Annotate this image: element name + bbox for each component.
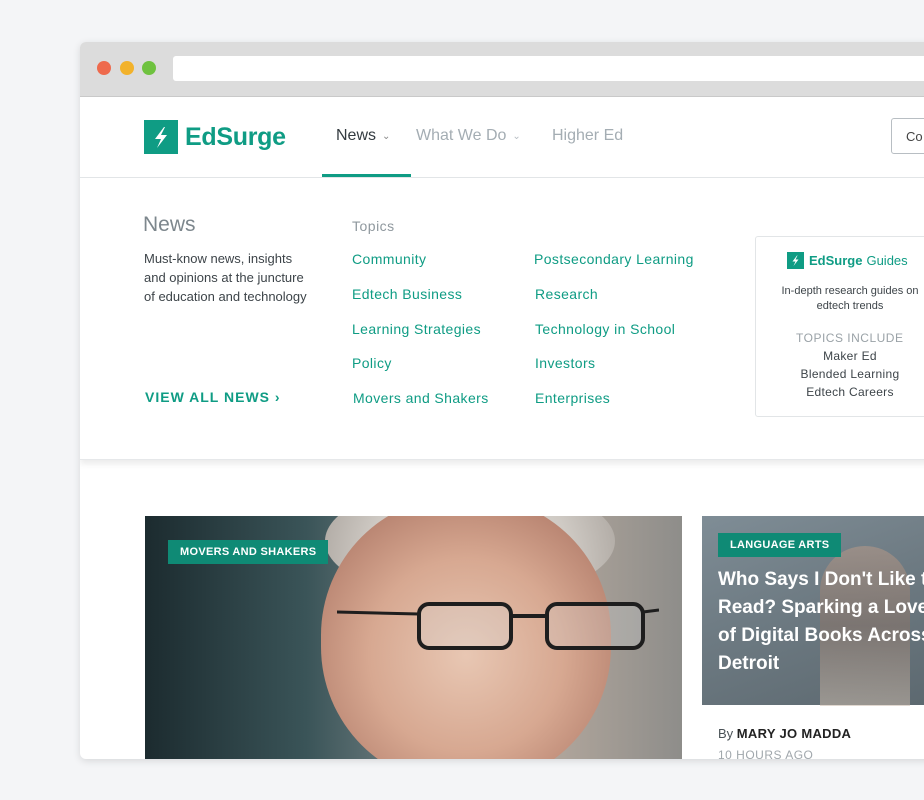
news-mega-menu: News Must-know news, insights and opinio… bbox=[80, 178, 924, 460]
nav-news[interactable]: News ⌄ bbox=[336, 127, 390, 145]
address-bar[interactable] bbox=[173, 56, 924, 81]
featured-article-card[interactable]: MOVERS AND SHAKERS bbox=[145, 516, 682, 759]
topic-link[interactable]: Enterprises bbox=[535, 390, 610, 406]
nav-higher-ed[interactable]: Higher Ed bbox=[552, 127, 623, 145]
photo-detail bbox=[337, 602, 659, 650]
nav-what-we-do[interactable]: What We Do ⌄ bbox=[416, 127, 521, 145]
category-tag[interactable]: LANGUAGE ARTS bbox=[718, 533, 842, 557]
topic-link[interactable]: Investors bbox=[535, 355, 595, 371]
guide-topic: Maker Ed bbox=[823, 349, 877, 363]
article-timestamp: 10 HOURS AGO bbox=[718, 748, 814, 759]
byline-prefix: By bbox=[718, 726, 737, 741]
secondary-article-card[interactable]: LANGUAGE ARTS Who Says I Don't Like to R… bbox=[702, 516, 924, 759]
lightning-logo-icon bbox=[144, 120, 178, 154]
author-name[interactable]: MARY JO MADDA bbox=[737, 726, 851, 741]
topic-link[interactable]: Community bbox=[352, 251, 426, 267]
topic-link[interactable]: Postsecondary Learning bbox=[534, 251, 694, 267]
guides-word: Guides bbox=[866, 253, 908, 268]
edsurge-guides-card[interactable]: EdSurge Guides In-depth research guides … bbox=[755, 236, 924, 417]
topic-link[interactable]: Movers and Shakers bbox=[353, 390, 489, 406]
maximize-window-button[interactable] bbox=[142, 61, 156, 75]
guide-topic: Edtech Careers bbox=[806, 385, 894, 399]
topic-link[interactable]: Policy bbox=[352, 355, 392, 371]
header-button[interactable]: Co bbox=[891, 118, 924, 154]
minimize-window-button[interactable] bbox=[120, 61, 134, 75]
topic-link[interactable]: Learning Strategies bbox=[352, 321, 481, 337]
guides-header: EdSurge Guides bbox=[787, 252, 908, 269]
mega-menu-description: Must-know news, insights and opinions at… bbox=[144, 251, 307, 304]
category-tag[interactable]: MOVERS AND SHAKERS bbox=[168, 540, 329, 564]
article-byline: By MARY JO MADDA bbox=[718, 726, 851, 741]
chevron-down-icon: ⌄ bbox=[382, 130, 391, 142]
guide-topic: Blended Learning bbox=[800, 367, 900, 381]
topics-heading: Topics bbox=[352, 218, 395, 234]
mega-menu-title: News bbox=[143, 213, 196, 236]
topic-link[interactable]: Research bbox=[535, 286, 598, 302]
guides-subtitle: In-depth research guides on edtech trend… bbox=[781, 285, 919, 312]
logo-text: EdSurge bbox=[185, 122, 286, 151]
site-header: EdSurge News ⌄ What We Do ⌄ Higher Ed Co bbox=[80, 97, 924, 178]
guides-brand: EdSurge bbox=[809, 253, 863, 268]
nav-news-label: News bbox=[336, 127, 377, 144]
active-nav-indicator bbox=[322, 174, 411, 177]
browser-titlebar bbox=[80, 42, 924, 97]
browser-window: EdSurge News ⌄ What We Do ⌄ Higher Ed Co… bbox=[80, 42, 924, 759]
close-window-button[interactable] bbox=[97, 61, 111, 75]
topic-link[interactable]: Edtech Business bbox=[352, 286, 462, 302]
article-headline[interactable]: Who Says I Don't Like to Read? Sparking … bbox=[718, 566, 924, 678]
chevron-down-icon: ⌄ bbox=[512, 130, 521, 142]
edsurge-logo[interactable]: EdSurge bbox=[144, 120, 286, 154]
topic-link[interactable]: Technology in School bbox=[535, 321, 675, 337]
guides-topics-heading: TOPICS INCLUDE bbox=[796, 331, 904, 345]
lightning-logo-icon bbox=[787, 252, 804, 269]
nav-what-we-do-label: What We Do bbox=[416, 127, 507, 144]
nav-higher-ed-label: Higher Ed bbox=[552, 127, 624, 144]
view-all-news-link[interactable]: VIEW ALL NEWS › bbox=[145, 389, 281, 405]
